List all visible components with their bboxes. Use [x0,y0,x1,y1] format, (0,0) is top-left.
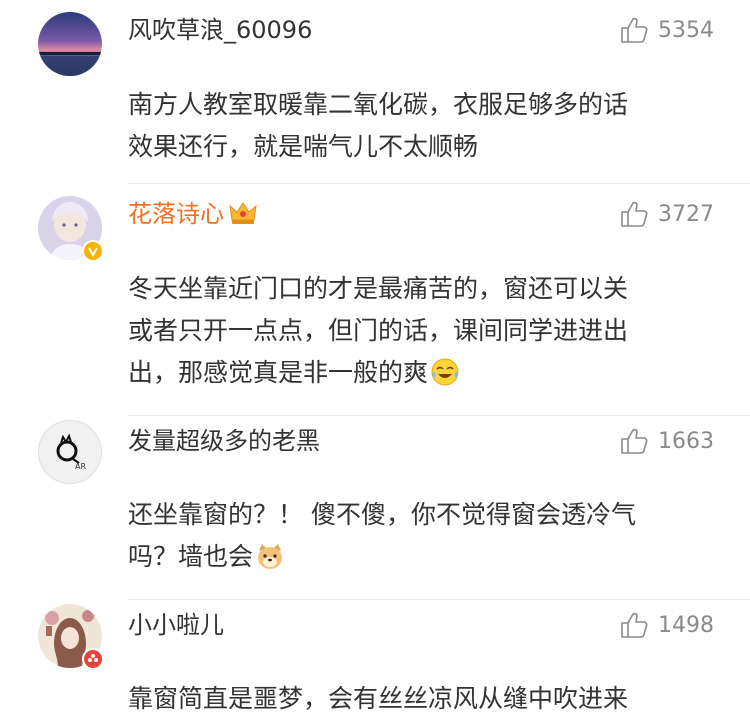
like-button[interactable]: 1498 [620,610,714,640]
sunset-lake-avatar-icon [38,12,102,76]
avatar[interactable]: AR [38,420,102,484]
comment-text-line: 出，那感觉真是非一般的爽 [128,352,708,394]
username-text: 花落诗心 [128,200,224,228]
like-button[interactable]: 1663 [620,426,714,456]
thumbs-up-icon [621,612,648,638]
laugh-cry-emoji-icon [430,357,460,387]
comment-text-line: 吗？墙也会 [128,536,708,578]
like-button[interactable]: 3727 [620,199,714,229]
like-button[interactable]: 5354 [620,15,714,45]
comment-text-line: 效果还行，就是喘气儿不太顺畅 [128,132,479,161]
sketch-logo-avatar-icon: AR [56,433,86,471]
thumbs-up-icon [621,428,648,454]
comment-item: AR 发量超级多的老黑 1663 还坐靠窗的？！ 傻不傻，你不觉得窗会透冷气 吗… [0,416,750,600]
comment-text-line: 冬天坐靠近门口的才是最痛苦的，窗还可以关 [128,274,629,303]
like-count: 3727 [658,201,714,227]
username[interactable]: 小小啦儿 [128,610,224,640]
comment-item: 小小啦儿 1498 靠窗简直是噩梦，会有丝丝凉风从缝中吹进来 [0,600,750,726]
username[interactable]: 发量超级多的老黑 [128,426,320,456]
comment-text-line: 或者只开一点点，但门的话，课间同学进进出 [128,316,629,345]
comment-text-line: 还坐靠窗的？！ 傻不傻，你不觉得窗会透冷气 [128,500,636,529]
like-count: 5354 [658,17,714,43]
comment-text: 冬天坐靠近门口的才是最痛苦的，窗还可以关 或者只开一点点，但门的话，课间同学进进… [128,268,708,394]
flower-badge-icon [82,648,104,670]
avatar[interactable] [38,12,102,76]
username[interactable]: 风吹草浪_60096 [128,15,312,45]
like-count: 1663 [658,428,714,454]
thumbs-up-icon [621,17,648,43]
comment-text-segment: 出，那感觉真是非一般的爽 [128,358,429,387]
comment-text: 靠窗简直是噩梦，会有丝丝凉风从缝中吹进来 [128,678,708,720]
doge-emoji-icon [255,541,285,571]
comment-text-segment: 吗？墙也会 [128,542,254,571]
comment-item: 风吹草浪_60096 5354 南方人教室取暖靠二氧化碳，衣服足够多的话 效果还… [0,0,750,184]
username[interactable]: 花落诗心 [128,199,258,229]
svg-text:AR: AR [75,462,86,471]
crown-icon [228,200,258,226]
like-count: 1498 [658,612,714,638]
thumbs-up-icon [621,201,648,227]
comment-text-line: 靠窗简直是噩梦，会有丝丝凉风从缝中吹进来 [128,684,629,713]
verified-v-badge-icon [82,240,104,262]
comment-text: 还坐靠窗的？！ 傻不傻，你不觉得窗会透冷气 吗？墙也会 [128,494,708,578]
comment-text-line: 南方人教室取暖靠二氧化碳，衣服足够多的话 [128,90,629,119]
comment-text: 南方人教室取暖靠二氧化碳，衣服足够多的话 效果还行，就是喘气儿不太顺畅 [128,84,708,168]
comment-item: 花落诗心 3727 冬天坐靠近门口的才是最痛苦的，窗还可以关 或者只开一点点，但… [0,184,750,416]
